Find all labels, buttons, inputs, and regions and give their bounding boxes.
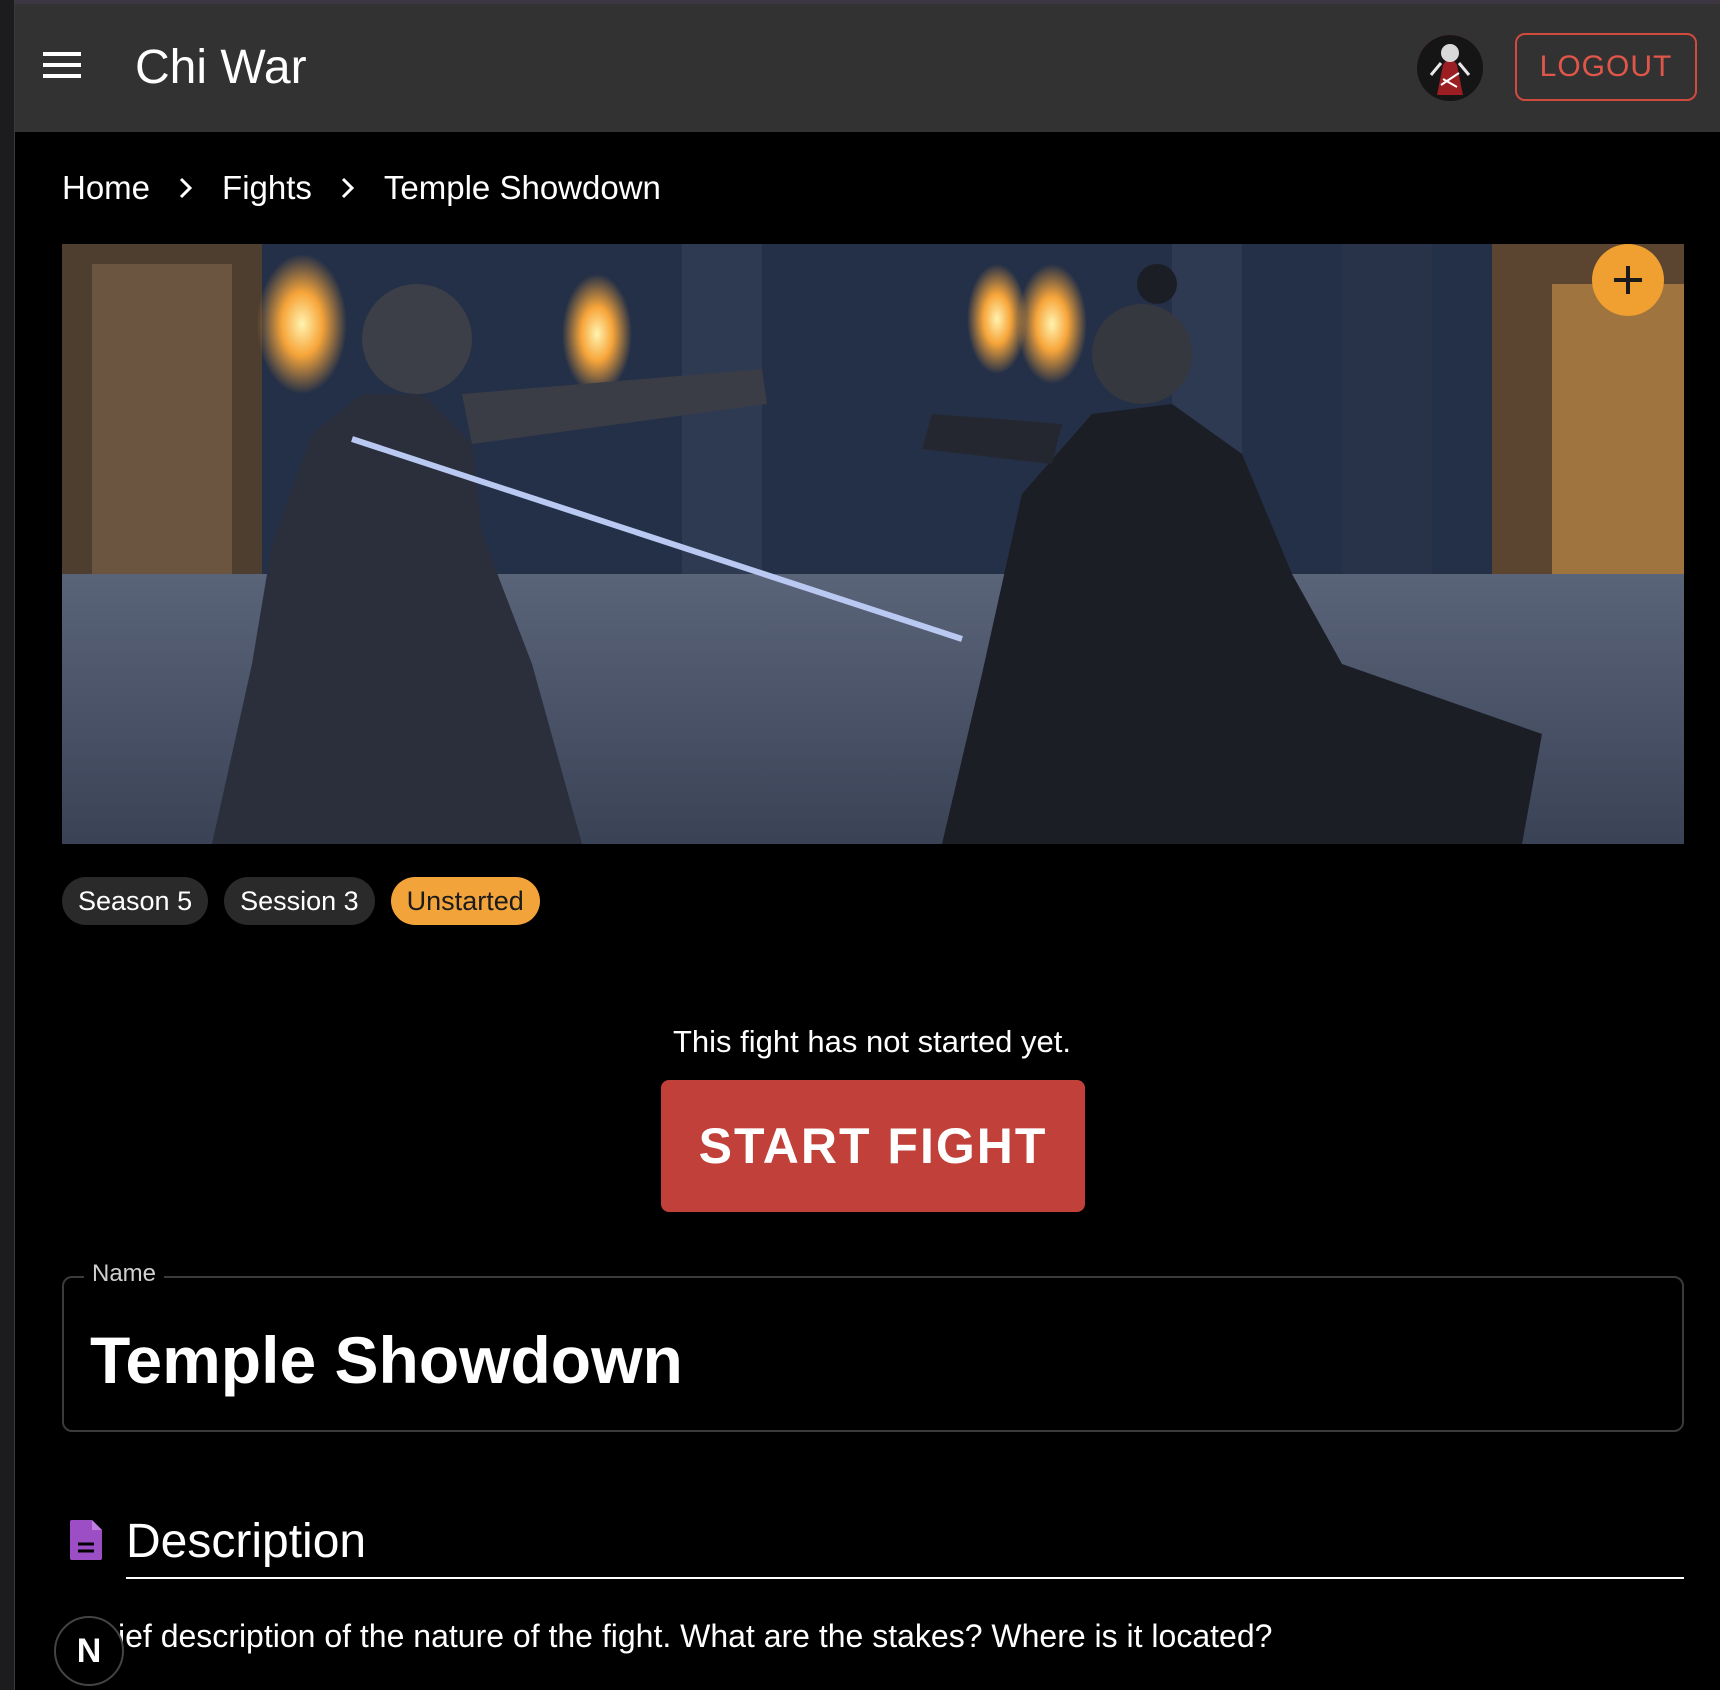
add-image-button[interactable] [1592,244,1664,316]
dev-tools-badge[interactable]: N [54,1616,124,1686]
chevron-right-icon [336,176,360,200]
breadcrumb-fights[interactable]: Fights [222,169,312,207]
app-bar: Chi War LOGOUT [15,4,1720,132]
name-field[interactable]: Name Temple Showdown [62,1260,1684,1432]
description-divider [126,1577,1684,1579]
breadcrumb-current: Temple Showdown [383,169,661,206]
plus-icon [1614,266,1642,294]
document-icon [70,1520,102,1560]
app-title: Chi War [135,41,307,94]
user-avatar[interactable] [1417,35,1483,101]
name-field-label: Name [84,1260,165,1288]
description-title: Description [126,1515,367,1568]
window-left-edge [0,0,15,1690]
description-header [68,1518,106,1562]
session-chip[interactable]: Session 3 [224,877,375,925]
menu-icon[interactable] [43,52,81,84]
fight-scene-image [62,244,1684,844]
description-text[interactable]: ief description of the nature of the fig… [118,1618,1688,1655]
breadcrumb-home[interactable]: Home [62,169,150,207]
logout-button[interactable]: LOGOUT [1515,33,1697,101]
breadcrumb: Home Fights Temple Showdown [62,166,661,210]
fight-status-notice: This fight has not started yet. [672,1024,1072,1059]
chevron-right-icon [174,176,198,200]
status-badge: Unstarted [390,877,540,925]
fight-chips: Season 5 Session 3 Unstarted [62,877,540,925]
season-chip[interactable]: Season 5 [62,877,209,925]
name-field-value[interactable]: Temple Showdown [90,1322,683,1398]
start-fight-button[interactable]: START FIGHT [661,1080,1085,1212]
